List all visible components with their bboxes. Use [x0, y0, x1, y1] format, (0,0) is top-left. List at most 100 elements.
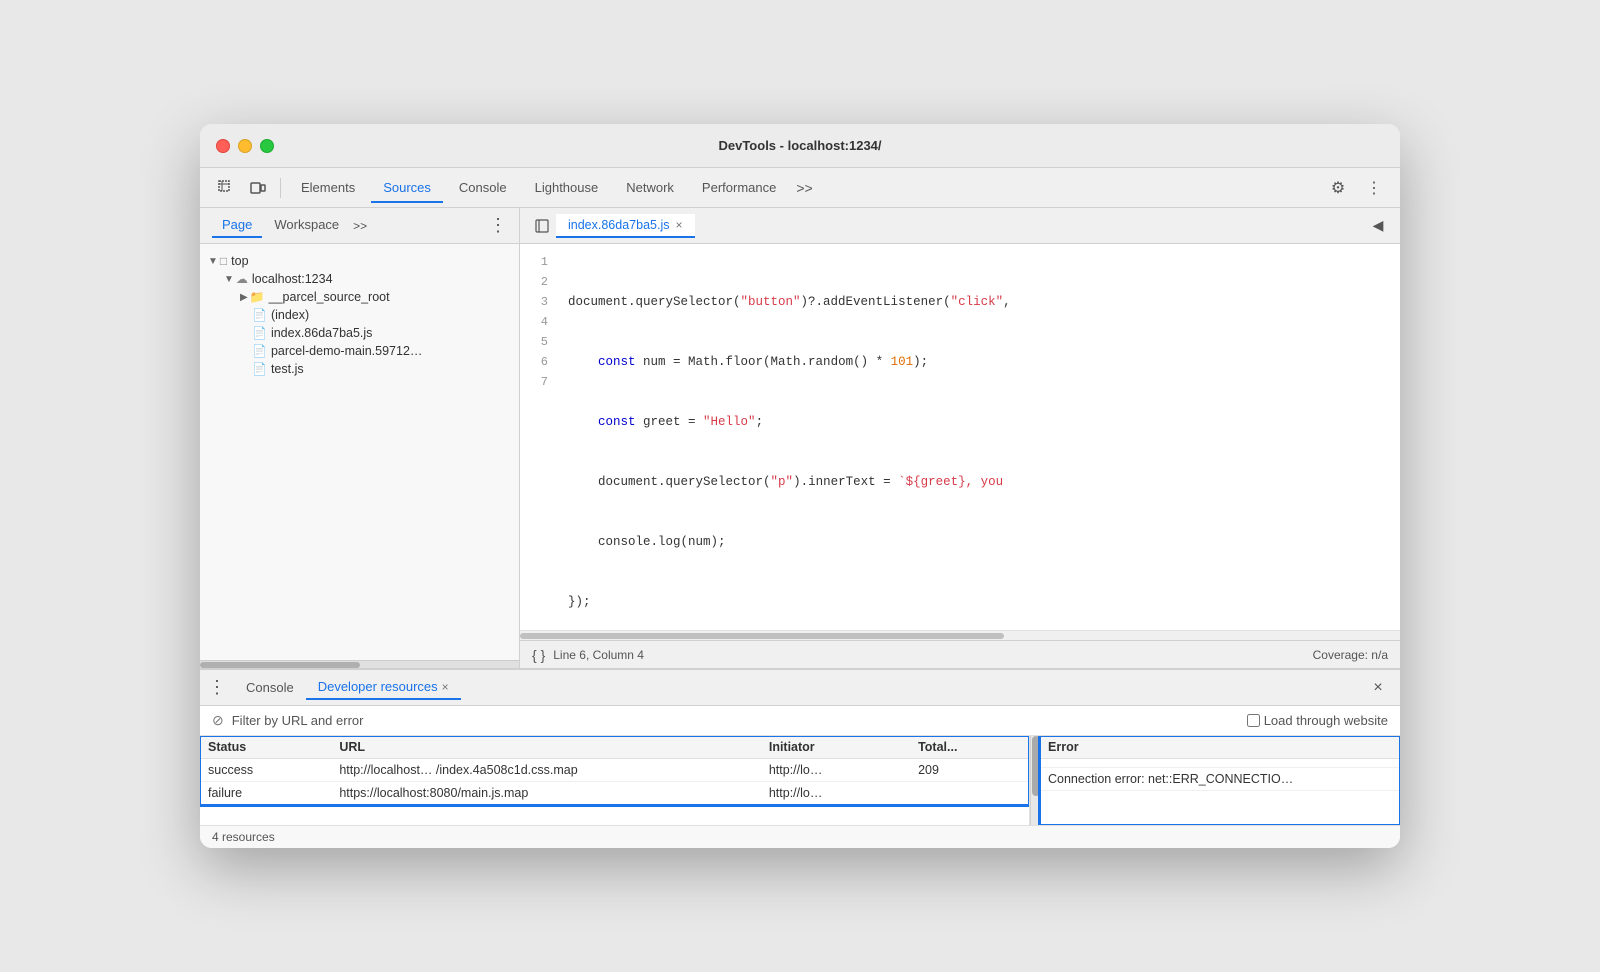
editor-tab-index-js[interactable]: index.86da7ba5.js ×	[556, 214, 695, 238]
cell-error	[1040, 759, 1400, 768]
load-through-website-label: Load through website	[1264, 713, 1388, 728]
editor-panel: index.86da7ba5.js × ◀ 1 2 3 4 5	[520, 208, 1400, 668]
tab-performance[interactable]: Performance	[690, 174, 788, 203]
tree-item-parcel-main[interactable]: 📄 parcel-demo-main.59712…	[244, 342, 519, 360]
cell-total: 209	[910, 759, 1029, 782]
code-area: 1 2 3 4 5 6 7 document.querySelector("bu…	[520, 244, 1400, 640]
error-table: Error Connection error: net::ERR_CONNECT…	[1040, 736, 1400, 791]
tree-item-label: index.86da7ba5.js	[271, 326, 372, 340]
code-line-4: document.querySelector("p").innerText = …	[568, 472, 1388, 492]
tab-console[interactable]: Console	[447, 174, 519, 203]
sidebar-toggle-icon[interactable]	[528, 212, 556, 240]
file-icon: 📄	[252, 344, 267, 358]
inspect-element-icon[interactable]	[212, 174, 240, 202]
folder-icon: 📁	[250, 290, 265, 304]
file-icon: 📄	[252, 326, 267, 340]
code-content: 1 2 3 4 5 6 7 document.querySelector("bu…	[520, 244, 1400, 630]
tab-console-bottom[interactable]: Console	[234, 676, 306, 699]
tree-item-parcel-root[interactable]: ▶ 📁 __parcel_source_root	[232, 288, 519, 306]
tree-item-label: test.js	[271, 362, 304, 376]
minimize-button[interactable]	[238, 139, 252, 153]
tree-item-label: parcel-demo-main.59712…	[271, 344, 422, 358]
filter-right: Load through website	[1247, 713, 1388, 728]
filter-label: Filter by URL and error	[232, 713, 364, 728]
devtools-window: DevTools - localhost:1234/ Elements Sour…	[200, 124, 1400, 848]
cell-status: success	[200, 759, 331, 782]
cell-url: http://localhost… /index.4a508c1d.css.ma…	[331, 759, 761, 782]
col-status: Status	[200, 736, 331, 759]
file-tree-scrollbar-h[interactable]	[200, 660, 519, 668]
editor-tab-close-icon[interactable]: ×	[675, 218, 682, 232]
toolbar-separator	[280, 178, 281, 198]
col-url: URL	[331, 736, 761, 759]
tab-workspace[interactable]: Workspace	[264, 213, 349, 238]
file-tree: ▼ □ top ▼ ☁ localhost:1234 ▶ 📁 __parcel_…	[200, 244, 519, 660]
resource-table-left: Status URL Initiator Total... success ht…	[200, 736, 1030, 825]
tab-sources[interactable]: Sources	[371, 174, 443, 203]
tab-elements[interactable]: Elements	[289, 174, 367, 203]
main-toolbar: Elements Sources Console Lighthouse Netw…	[200, 168, 1400, 208]
vertical-scrollbar[interactable]	[1030, 736, 1040, 825]
cell-total	[910, 782, 1029, 805]
window-title: DevTools - localhost:1234/	[718, 138, 881, 153]
resource-table-area: Status URL Initiator Total... success ht…	[200, 736, 1400, 825]
device-toolbar-icon[interactable]	[244, 174, 272, 202]
editor-tabs: index.86da7ba5.js × ◀	[520, 208, 1400, 244]
arrow-icon: ▶	[240, 292, 248, 303]
bottom-status: 4 resources	[200, 825, 1400, 848]
resource-count: 4 resources	[212, 830, 275, 844]
code-scrollbar-thumb	[520, 633, 1004, 639]
arrow-icon: ▼	[208, 256, 218, 267]
cell-initiator: http://lo…	[761, 782, 910, 805]
arrow-icon: ▼	[224, 274, 234, 285]
more-tabs-icon[interactable]: >>	[796, 180, 812, 196]
tree-item-label: top	[231, 254, 248, 268]
cell-status: failure	[200, 782, 331, 805]
maximize-button[interactable]	[260, 139, 274, 153]
code-line-2: const num = Math.floor(Math.random() * 1…	[568, 352, 1388, 372]
tab-page[interactable]: Page	[212, 213, 262, 238]
tab-network[interactable]: Network	[614, 174, 686, 203]
tree-item-label: __parcel_source_root	[269, 290, 390, 304]
panel-tabs: Page Workspace >> ⋮	[200, 208, 519, 244]
tree-item-label: (index)	[271, 308, 309, 322]
table-row[interactable]: failure https://localhost:8080/main.js.m…	[200, 782, 1029, 805]
table-row[interactable]	[1040, 759, 1400, 768]
folder-icon: □	[220, 254, 227, 268]
load-through-website-checkbox[interactable]	[1247, 714, 1260, 727]
line-numbers: 1 2 3 4 5 6 7	[520, 244, 556, 630]
load-through-website-wrap: Load through website	[1247, 713, 1388, 728]
code-lines[interactable]: document.querySelector("button")?.addEve…	[556, 244, 1400, 630]
editor-panel-collapse-icon[interactable]: ◀	[1364, 212, 1392, 240]
tree-item-index-js[interactable]: 📄 index.86da7ba5.js	[244, 324, 519, 342]
format-icon[interactable]: { }	[532, 647, 545, 663]
tab-dev-resources-label: Developer resources	[318, 679, 438, 694]
tree-item-top[interactable]: ▼ □ top	[200, 252, 519, 270]
dev-resources-close-icon[interactable]: ×	[442, 680, 449, 694]
tab-dev-resources[interactable]: Developer resources ×	[306, 675, 461, 700]
bottom-panel-close-icon[interactable]: ×	[1364, 674, 1392, 702]
panel-actions-icon[interactable]: ⋮	[489, 215, 507, 236]
table-row[interactable]: Connection error: net::ERR_CONNECTIO…	[1040, 768, 1400, 791]
bottom-panel-dots-icon[interactable]: ⋮	[208, 677, 226, 698]
title-bar: DevTools - localhost:1234/	[200, 124, 1400, 168]
col-initiator[interactable]: Initiator	[761, 736, 910, 759]
left-panel: Page Workspace >> ⋮ ▼ □ top ▼ ☁ local	[200, 208, 520, 668]
more-panel-tabs-icon[interactable]: >>	[353, 219, 367, 233]
col-error: Error	[1040, 736, 1400, 759]
code-line-5: console.log(num);	[568, 532, 1388, 552]
status-coverage: Coverage: n/a	[1313, 648, 1388, 662]
tree-item-localhost[interactable]: ▼ ☁ localhost:1234	[216, 270, 519, 288]
table-row[interactable]: success http://localhost… /index.4a508c1…	[200, 759, 1029, 782]
tree-item-test[interactable]: 📄 test.js	[244, 360, 519, 378]
more-options-icon[interactable]: ⋮	[1360, 174, 1388, 202]
close-button[interactable]	[216, 139, 230, 153]
tab-lighthouse[interactable]: Lighthouse	[523, 174, 611, 203]
resource-table-right: Error Connection error: net::ERR_CONNECT…	[1040, 736, 1400, 825]
code-scrollbar-h[interactable]	[520, 630, 1400, 640]
cell-initiator: http://lo…	[761, 759, 910, 782]
tree-item-index[interactable]: 📄 (index)	[244, 306, 519, 324]
settings-icon[interactable]: ⚙	[1324, 174, 1352, 202]
status-column-highlight: Status URL Initiator Total... success ht…	[200, 736, 1029, 805]
status-position: Line 6, Column 4	[553, 648, 644, 662]
